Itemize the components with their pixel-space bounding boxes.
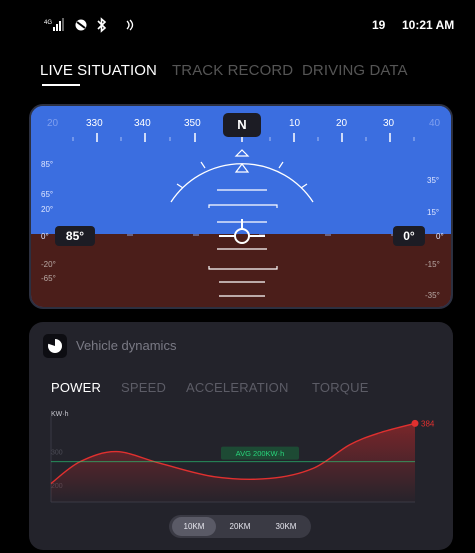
compass-ticks [96,133,391,142]
nfc-icon [124,17,136,33]
vehicle-dynamics-card: Vehicle dynamics POWER SPEED ACCELERATIO… [29,322,453,550]
active-tab-indicator [42,84,80,86]
pitch-label: -20° [41,260,56,269]
pitch-label: 35° [427,176,440,185]
pitch-label: -35° [425,291,440,300]
range-30km-button[interactable]: 30KM [264,517,308,536]
compass-minor-ticks [72,137,415,141]
pitch-label: 85° [41,160,54,169]
network-type: 4G [44,20,52,26]
pitch-label: 15° [427,208,440,217]
roll-arc [170,163,314,203]
pitch-readout-left: 85° [55,226,95,246]
pitch-label: 0° [41,232,49,241]
bluetooth-icon [96,17,110,33]
top-tabs: LIVE SITUATION TRACK RECORD DRIVING DATA [40,62,460,88]
tab-driving-data[interactable]: DRIVING DATA [302,62,408,79]
range-10km-button[interactable]: 10KM [172,517,216,536]
do-not-disturb-icon [74,17,88,33]
horizon-graphics [61,133,425,297]
endpoint-marker [411,419,419,427]
clock: 10:21 AM [402,18,455,32]
tab-live-situation[interactable]: LIVE SITUATION [40,62,157,79]
roll-pointer [234,149,250,157]
endpoint-value-label: 384 [421,419,435,428]
range-selector: 10KM 20KM 30KM [169,515,311,538]
y-tick-label: 300 [51,450,63,457]
signal-icon: 4G [44,17,66,33]
pitch-label: 65° [41,190,54,199]
status-bar: 4G 19 10:21 AM [0,0,475,50]
aircraft-reticle [219,219,265,244]
attitude-indicator: 20 330 340 350 N 10 20 30 40 85° 65° 20°… [29,104,453,309]
pitch-label: 0° [436,232,444,241]
pitch-label: -15° [425,260,440,269]
pitch-label: 20° [41,205,54,214]
tab-track-record[interactable]: TRACK RECORD [172,62,293,79]
roll-readout-right: 0° [393,226,425,246]
notification-count: 19 [372,18,386,32]
power-area [51,423,415,502]
pitch-label: -65° [41,274,56,283]
y-axis-label: KW·h [51,411,69,418]
average-label: AVG 200KW·h [236,449,285,458]
range-20km-button[interactable]: 20KM [218,517,262,536]
